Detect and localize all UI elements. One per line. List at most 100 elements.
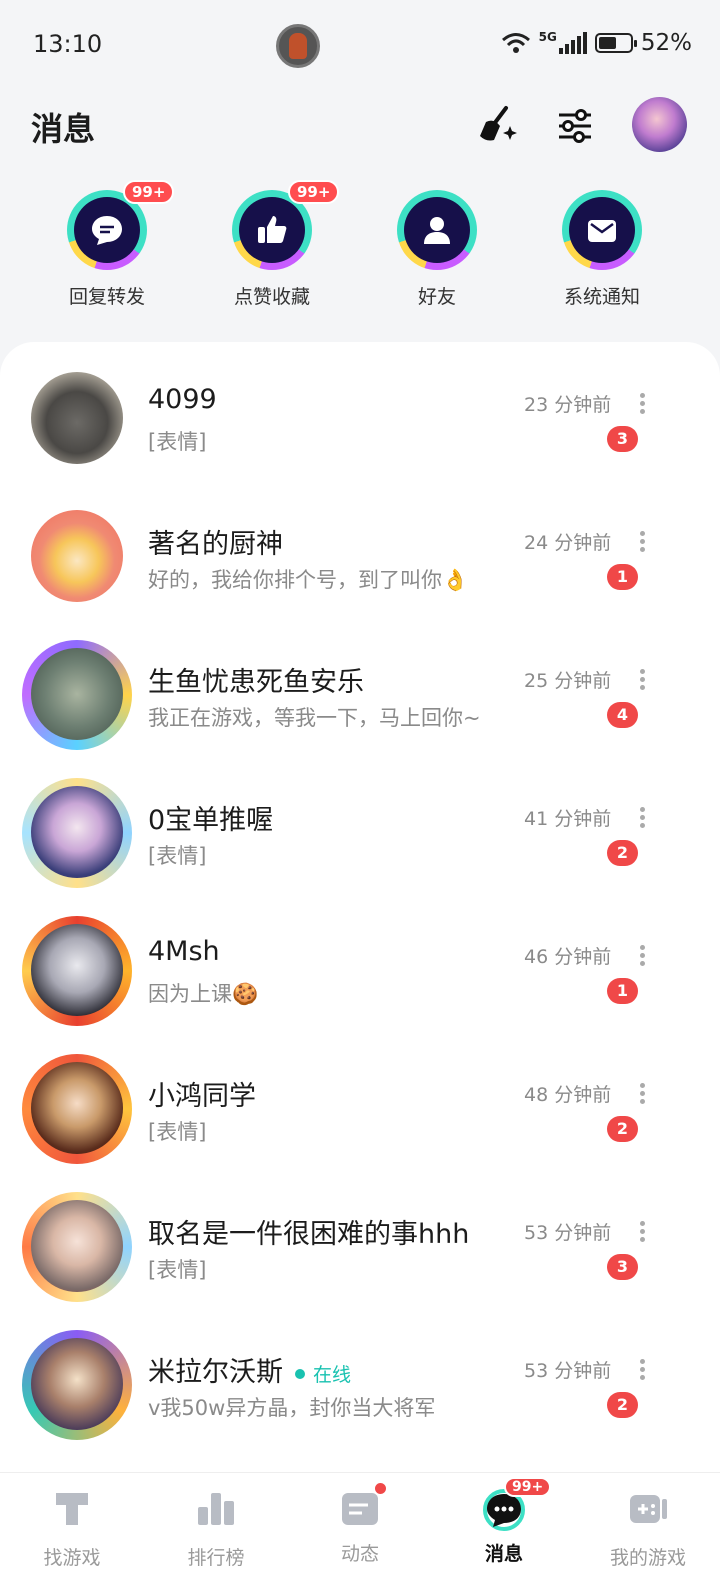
avatar [31, 648, 123, 740]
message-preview: 我正在游戏，等我一下，马上回你~ [148, 706, 481, 730]
chat-bubble-icon [92, 216, 122, 245]
my-avatar[interactable] [632, 97, 687, 152]
contact-name: 生鱼忧患死鱼安乐 [148, 667, 364, 698]
conversation-row[interactable]: 小鸿同学 [表情] 48 分钟前 2 [0, 1032, 720, 1170]
battery-percent: 52% [640, 30, 692, 56]
message-time: 41 分钟前 [524, 808, 612, 830]
quick-action-label: 系统通知 [563, 286, 640, 308]
tab-label: 我的游戏 [609, 1547, 686, 1569]
contact-name: 小鸿同学 [148, 1081, 256, 1112]
message-preview: [表情] [148, 844, 207, 868]
controller-t-icon [56, 1493, 88, 1525]
ranking-bars-icon [198, 1493, 234, 1525]
page-title: 消息 [31, 110, 96, 148]
more-options-icon[interactable] [638, 942, 646, 966]
feed-icon-wrap [338, 1481, 388, 1531]
tab-rankings[interactable]: 排行榜 [144, 1473, 288, 1591]
message-preview: [表情] [148, 1258, 207, 1282]
more-options-icon[interactable] [638, 1356, 646, 1380]
unread-count: 3 [607, 426, 638, 452]
tab-label: 动态 [340, 1543, 379, 1565]
feed-new-dot [373, 1481, 388, 1496]
signal-icon [558, 32, 587, 54]
more-options-icon[interactable] [638, 804, 646, 828]
contact-name-text: 米拉尔沃斯 [148, 1357, 283, 1388]
quick-action-likes[interactable]: 99+ 点赞收藏 [192, 180, 352, 309]
filter-settings-icon[interactable] [553, 104, 597, 148]
envelope-icon [588, 220, 616, 242]
contact-name: 0宝单推喔 [148, 805, 274, 836]
broom-icon[interactable] [476, 104, 520, 148]
unread-count: 1 [607, 978, 638, 1004]
more-options-icon[interactable] [638, 390, 646, 414]
network-type: 5G [538, 30, 557, 44]
contact-name: 著名的厨神 [148, 529, 283, 560]
bottom-tab-bar: 找游戏 排行榜 动态 99+ 消息 我的游戏 [0, 1472, 720, 1591]
quick-actions: 99+ 回复转发 99+ 点赞收藏 好友 系统通知 [0, 180, 720, 320]
tab-label: 消息 [484, 1543, 523, 1565]
quick-action-replies[interactable]: 99+ 回复转发 [27, 180, 187, 309]
battery-icon [594, 33, 637, 53]
message-time: 23 分钟前 [524, 394, 612, 416]
quick-action-label: 回复转发 [68, 286, 145, 308]
avatar [31, 924, 123, 1016]
avatar [31, 510, 123, 602]
unread-count: 2 [607, 1392, 638, 1418]
contact-name: 取名是一件很困难的事hhh [148, 1219, 470, 1250]
messages-icon-wrap: 99+ [482, 1477, 552, 1531]
wifi-icon [501, 33, 530, 53]
contact-name: 4099 [148, 384, 217, 415]
conversation-row[interactable]: 4099 [表情] 23 分钟前 3 [0, 342, 720, 480]
likes-badge: 99+ [288, 180, 340, 204]
message-time: 24 分钟前 [524, 532, 612, 554]
quick-action-system[interactable]: 系统通知 [522, 190, 682, 309]
replies-badge: 99+ [123, 180, 175, 204]
message-time: 53 分钟前 [524, 1360, 612, 1382]
unread-count: 2 [607, 840, 638, 866]
conversation-row[interactable]: 著名的厨神 好的，我给你排个号，到了叫你👌 24 分钟前 1 [0, 480, 720, 618]
conversation-row[interactable]: 取名是一件很困难的事hhh [表情] 53 分钟前 3 [0, 1170, 720, 1308]
conversation-row[interactable]: 米拉尔沃斯 在线 v我50w异方晶，封你当大将军 53 分钟前 2 [0, 1308, 720, 1446]
quick-action-label: 点赞收藏 [233, 286, 310, 308]
online-status: 在线 [295, 1360, 351, 1387]
tab-find-games[interactable]: 找游戏 [0, 1473, 144, 1591]
message-preview: 好的，我给你排个号，到了叫你👌 [148, 568, 469, 592]
message-preview: [表情] [148, 430, 207, 454]
avatar [31, 1200, 123, 1292]
status-bar: 13:10 5G 52% [0, 0, 720, 92]
contact-name: 米拉尔沃斯 在线 [148, 1350, 351, 1389]
status-time: 13:10 [33, 30, 103, 58]
more-options-icon[interactable] [638, 666, 646, 690]
tab-label: 找游戏 [43, 1547, 101, 1569]
avatar [31, 786, 123, 878]
tab-my-games[interactable]: 我的游戏 [576, 1473, 720, 1591]
tab-feed[interactable]: 动态 [288, 1473, 432, 1591]
messages-badge: 99+ [504, 1477, 552, 1497]
notification-app-icon [276, 24, 320, 68]
header: 消息 [0, 92, 720, 162]
conversation-row[interactable]: 生鱼忧患死鱼安乐 我正在游戏，等我一下，马上回你~ 25 分钟前 4 [0, 618, 720, 756]
message-time: 25 分钟前 [524, 670, 612, 692]
unread-count: 1 [607, 564, 638, 590]
unread-count: 4 [607, 702, 638, 728]
quick-action-friends[interactable]: 好友 [357, 190, 517, 309]
conversation-row[interactable]: 4Msh 因为上课🍪 46 分钟前 1 [0, 894, 720, 1032]
avatar [31, 1338, 123, 1430]
unread-count: 2 [607, 1116, 638, 1142]
message-time: 46 分钟前 [524, 946, 612, 968]
more-options-icon[interactable] [638, 1218, 646, 1242]
message-time: 48 分钟前 [524, 1084, 612, 1106]
tab-messages[interactable]: 99+ 消息 [432, 1473, 576, 1591]
more-options-icon[interactable] [638, 528, 646, 552]
more-options-icon[interactable] [638, 1080, 646, 1104]
message-preview: [表情] [148, 1120, 207, 1144]
thumbs-up-icon [258, 216, 287, 243]
conversation-list: 4099 [表情] 23 分钟前 3 著名的厨神 好的，我给你排个号，到了叫你👌… [0, 342, 720, 1472]
quick-action-label: 好友 [417, 286, 456, 308]
conversation-row[interactable]: 0宝单推喔 [表情] 41 分钟前 2 [0, 756, 720, 894]
unread-count: 3 [607, 1254, 638, 1280]
gamepad-icon [630, 1495, 667, 1523]
status-indicators: 5G 52% [501, 30, 692, 56]
online-label: 在线 [313, 1364, 352, 1386]
message-preview: v我50w异方晶，封你当大将军 [148, 1396, 436, 1420]
